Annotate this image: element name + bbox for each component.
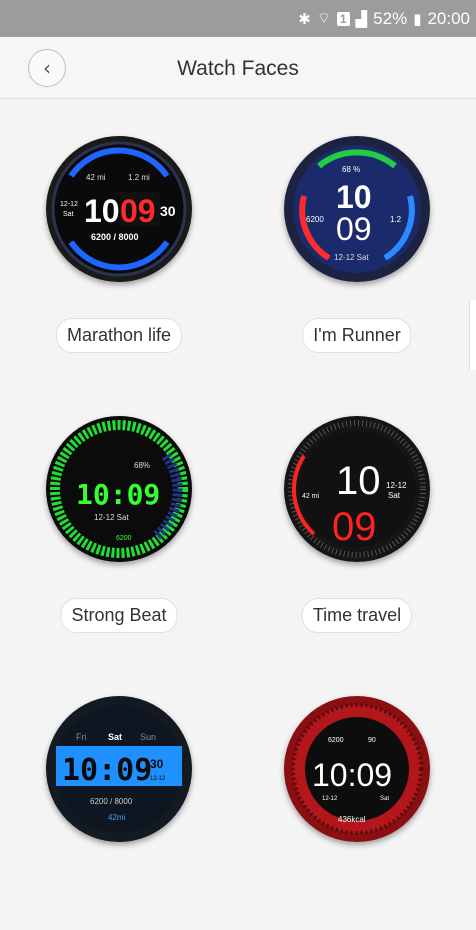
- svg-text:Sat: Sat: [380, 796, 389, 802]
- svg-text:1.2: 1.2: [390, 215, 402, 224]
- svg-text:90: 90: [368, 737, 376, 744]
- svg-text:09: 09: [336, 211, 372, 247]
- svg-text:09: 09: [120, 193, 156, 229]
- watch-face-name[interactable]: Strong Beat: [60, 598, 178, 633]
- watch-face-time-travel: 10 09 42 mi 12-12 Sat: [284, 416, 430, 562]
- svg-text:30: 30: [150, 757, 164, 771]
- watch-face-preview[interactable]: 42 mi 1.2 mi 12-12 Sat 10 09 30 6200 / 8…: [46, 136, 192, 282]
- watch-face-name[interactable]: Marathon life: [55, 318, 183, 353]
- watch-face-marathon-life: 42 mi 1.2 mi 12-12 Sat 10 09 30 6200 / 8…: [46, 136, 192, 282]
- watch-face-card[interactable]: Fri Sat Sun 10:09 30 12-12 6200 / 8000 4…: [0, 660, 238, 930]
- svg-text:30: 30: [160, 203, 176, 219]
- svg-text:42mi: 42mi: [108, 813, 126, 822]
- svg-text:10:09: 10:09: [76, 478, 160, 511]
- svg-text:Sat: Sat: [63, 211, 74, 218]
- app-bar: ‹ Watch Faces: [0, 37, 476, 99]
- svg-text:6200: 6200: [116, 535, 132, 542]
- svg-text:10: 10: [84, 193, 120, 229]
- watch-face-im-runner: 68 % 10 09 6200 1.2 12-12 Sat: [284, 136, 430, 282]
- svg-text:6200: 6200: [328, 737, 344, 744]
- status-time: 20:00: [427, 8, 470, 28]
- watch-face-red-sport: 6200 90 10:09 12-12 Sat 436kcal: [284, 696, 430, 842]
- wifi-icon: ⌔: [316, 9, 331, 27]
- svg-text:Sun: Sun: [140, 732, 156, 742]
- svg-text:42 mi: 42 mi: [86, 173, 106, 182]
- svg-text:09: 09: [332, 505, 377, 549]
- svg-text:10:09: 10:09: [62, 753, 152, 788]
- watch-face-blue-digital: Fri Sat Sun 10:09 30 12-12 6200 / 8000 4…: [46, 696, 192, 842]
- watch-face-card[interactable]: 42 mi 1.2 mi 12-12 Sat 10 09 30 6200 / 8…: [0, 100, 238, 370]
- watch-face-name[interactable]: I'm Runner: [302, 318, 412, 353]
- svg-text:1.2 mi: 1.2 mi: [128, 173, 150, 182]
- svg-text:12-12 Sat: 12-12 Sat: [94, 513, 129, 522]
- svg-text:42 mi: 42 mi: [302, 493, 320, 500]
- watch-face-name[interactable]: Time travel: [301, 598, 413, 633]
- svg-text:436kcal: 436kcal: [338, 815, 366, 824]
- scroll-edge: [469, 300, 476, 370]
- battery-percent: 52%: [373, 8, 408, 28]
- watch-face-preview[interactable]: 68% 10:09 12-12 Sat 6200: [46, 416, 192, 562]
- battery-charging-icon: ▮: [413, 9, 422, 28]
- svg-text:Fri: Fri: [76, 732, 87, 742]
- watch-face-strong-beat: 68% 10:09 12-12 Sat 6200: [46, 416, 192, 562]
- svg-text:12-12: 12-12: [60, 201, 78, 208]
- watch-face-preview[interactable]: 6200 90 10:09 12-12 Sat 436kcal: [284, 696, 430, 842]
- svg-text:12-12 Sat: 12-12 Sat: [334, 253, 369, 262]
- status-bar: ✱ ⌔ 1 ▟ 52% ▮ 20:00: [0, 0, 476, 37]
- svg-text:68 %: 68 %: [342, 165, 360, 174]
- watch-face-card[interactable]: 10 09 42 mi 12-12 Sat Time travel: [238, 380, 476, 650]
- bluetooth-icon: ✱: [298, 9, 311, 28]
- svg-text:10:09: 10:09: [312, 757, 392, 793]
- svg-text:6200 / 8000: 6200 / 8000: [90, 797, 133, 806]
- svg-text:12-12: 12-12: [150, 776, 166, 782]
- svg-text:10: 10: [336, 179, 372, 215]
- signal-icon: ▟: [355, 9, 368, 28]
- watch-face-preview[interactable]: Fri Sat Sun 10:09 30 12-12 6200 / 8000 4…: [46, 696, 192, 842]
- svg-text:12-12: 12-12: [322, 796, 338, 802]
- watch-face-preview[interactable]: 68 % 10 09 6200 1.2 12-12 Sat: [284, 136, 430, 282]
- watch-face-card[interactable]: 68% 10:09 12-12 Sat 6200 Strong Beat: [0, 380, 238, 650]
- svg-text:6200: 6200: [306, 215, 324, 224]
- svg-text:68%: 68%: [134, 461, 150, 470]
- watch-face-card[interactable]: 68 % 10 09 6200 1.2 12-12 Sat I'm Runner: [238, 100, 476, 370]
- watch-face-preview[interactable]: 10 09 42 mi 12-12 Sat: [284, 416, 430, 562]
- svg-text:Sat: Sat: [388, 491, 401, 500]
- page-title: Watch Faces: [177, 57, 299, 80]
- svg-text:6200 / 8000: 6200 / 8000: [91, 232, 139, 242]
- sim-icon: 1: [336, 11, 350, 26]
- watch-face-card[interactable]: 6200 90 10:09 12-12 Sat 436kcal: [238, 660, 476, 930]
- svg-text:12-12: 12-12: [386, 481, 407, 490]
- svg-text:Sat: Sat: [108, 732, 122, 742]
- svg-text:10: 10: [336, 459, 381, 503]
